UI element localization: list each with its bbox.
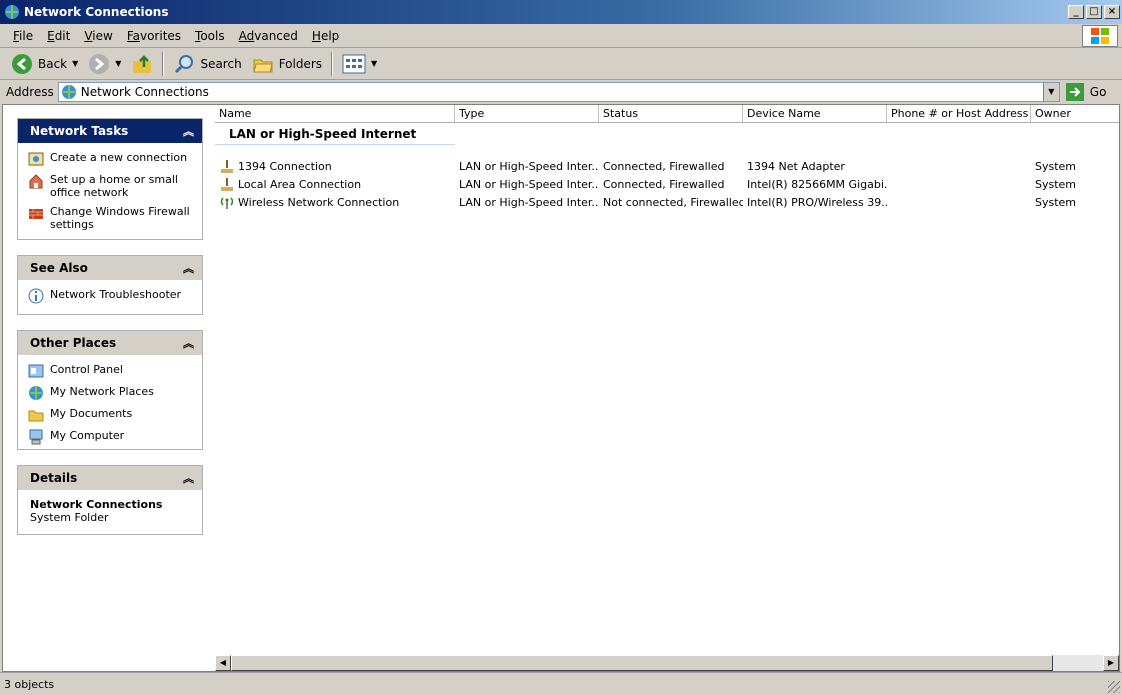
address-dropdown-icon[interactable]: ▼ xyxy=(1042,83,1059,101)
table-row[interactable]: Local Area Connection LAN or High-Speed … xyxy=(215,175,1119,193)
scrollbar-thumb[interactable] xyxy=(231,655,1053,671)
details-name: Network Connections xyxy=(30,498,163,511)
details-type: System Folder xyxy=(30,511,109,524)
control-panel-icon xyxy=(28,364,44,378)
forward-arrow-icon xyxy=(89,53,110,74)
network-connections-icon xyxy=(5,5,19,19)
go-arrow-icon xyxy=(1065,83,1084,101)
see-also-panel: See Also ︽ Network Troubleshooter xyxy=(17,255,203,315)
details-panel: Details ︽ Network Connections System Fol… xyxy=(17,465,203,535)
maximize-button[interactable]: □ xyxy=(1086,5,1102,19)
my-documents-link[interactable]: My Documents xyxy=(28,407,192,423)
home-network-icon xyxy=(29,174,43,189)
column-headers: Name Type Status Device Name Phone # or … xyxy=(215,105,1119,123)
wireless-connection-icon xyxy=(220,197,234,209)
column-header-name[interactable]: Name xyxy=(215,105,455,122)
details-header[interactable]: Details ︽ xyxy=(18,466,202,490)
network-places-icon xyxy=(29,386,43,400)
views-dropdown-icon[interactable]: ▼ xyxy=(371,59,377,68)
menu-help[interactable]: Help xyxy=(305,29,346,43)
menu-bar: File Edit View Favorites Tools Advanced … xyxy=(0,24,1122,48)
control-panel-link[interactable]: Control Panel xyxy=(28,363,192,379)
status-bar: 3 objects xyxy=(0,672,1122,695)
forward-dropdown-icon[interactable]: ▼ xyxy=(115,59,121,68)
task-pane: Network Tasks ︽ Create a new connection … xyxy=(3,105,215,671)
forward-button[interactable]: ▼ xyxy=(83,50,126,78)
back-arrow-icon xyxy=(12,53,32,74)
home-network-link[interactable]: Set up a home or small office network xyxy=(28,173,192,199)
folders-icon xyxy=(253,59,273,72)
firewall-settings-link[interactable]: Change Windows Firewall settings xyxy=(28,205,192,231)
back-dropdown-icon[interactable]: ▼ xyxy=(72,59,78,68)
minimize-button[interactable]: _ xyxy=(1068,5,1084,19)
toolbar-separator xyxy=(162,51,165,76)
window-title: Network Connections xyxy=(24,5,169,19)
collapse-icon[interactable]: ︽ xyxy=(183,123,194,139)
address-label: Address xyxy=(6,85,54,99)
lan-connection-icon xyxy=(221,178,233,191)
close-button[interactable]: × xyxy=(1104,5,1120,19)
resize-grip-icon[interactable] xyxy=(1108,681,1120,693)
address-value: Network Connections xyxy=(80,85,209,99)
menu-view[interactable]: View xyxy=(77,29,119,43)
menu-file[interactable]: File xyxy=(6,29,40,43)
menu-favorites[interactable]: Favorites xyxy=(120,29,188,43)
info-icon xyxy=(28,288,44,304)
my-computer-link[interactable]: My Computer xyxy=(28,429,192,445)
menu-tools[interactable]: Tools xyxy=(188,29,232,43)
see-also-header[interactable]: See Also ︽ xyxy=(18,256,202,280)
network-connections-icon xyxy=(61,85,76,99)
other-places-panel: Other Places ︽ Control Panel My Network … xyxy=(17,330,203,450)
lan-connection-icon xyxy=(221,160,233,173)
create-connection-link[interactable]: Create a new connection xyxy=(28,151,192,167)
network-tasks-panel: Network Tasks ︽ Create a new connection … xyxy=(17,118,203,240)
column-header-type[interactable]: Type xyxy=(455,105,599,122)
up-folder-icon xyxy=(133,54,152,73)
content-area: Network Tasks ︽ Create a new connection … xyxy=(2,104,1120,672)
back-button[interactable]: Back ▼ xyxy=(6,50,83,78)
windows-logo-icon xyxy=(1082,25,1118,47)
views-icon xyxy=(342,54,366,73)
table-row[interactable]: Wireless Network Connection LAN or High-… xyxy=(215,193,1119,211)
toolbar-separator xyxy=(331,51,334,76)
scroll-right-icon[interactable]: ▶ xyxy=(1103,655,1119,671)
column-header-phone[interactable]: Phone # or Host Address xyxy=(887,105,1031,122)
connections-list: Name Type Status Device Name Phone # or … xyxy=(215,105,1119,671)
up-folder-button[interactable] xyxy=(126,50,158,78)
collapse-icon[interactable]: ︽ xyxy=(183,470,194,486)
firewall-icon xyxy=(29,209,43,219)
other-places-header[interactable]: Other Places ︽ xyxy=(18,331,202,355)
address-input[interactable]: Network Connections ▼ xyxy=(57,82,1060,102)
scroll-left-icon[interactable]: ◀ xyxy=(215,655,231,671)
address-bar: Address Network Connections ▼ Go xyxy=(0,80,1122,104)
new-connection-icon xyxy=(28,152,44,166)
network-tasks-header[interactable]: Network Tasks ︽ xyxy=(18,119,202,143)
network-troubleshooter-link[interactable]: Network Troubleshooter xyxy=(28,288,192,304)
collapse-icon[interactable]: ︽ xyxy=(183,260,194,276)
go-button[interactable]: Go xyxy=(1065,83,1106,101)
toolbar: Back ▼ ▼ Search Folders ▼ xyxy=(0,48,1122,80)
folders-button[interactable]: Folders xyxy=(247,50,327,78)
collapse-icon[interactable]: ︽ xyxy=(183,335,194,351)
documents-folder-icon xyxy=(28,410,44,422)
horizontal-scrollbar[interactable]: ◀ ▶ xyxy=(215,655,1119,671)
column-header-owner[interactable]: Owner xyxy=(1031,105,1119,122)
menu-edit[interactable]: Edit xyxy=(40,29,77,43)
search-button[interactable]: Search xyxy=(168,50,246,78)
views-button[interactable]: ▼ xyxy=(337,50,382,78)
search-icon xyxy=(175,54,194,73)
group-header: LAN or High-Speed Internet xyxy=(215,123,455,145)
my-network-places-link[interactable]: My Network Places xyxy=(28,385,192,401)
column-header-status[interactable]: Status xyxy=(599,105,743,122)
menu-advanced[interactable]: Advanced xyxy=(232,29,305,43)
table-row[interactable]: 1394 Connection LAN or High-Speed Inter.… xyxy=(215,157,1119,175)
computer-icon xyxy=(29,429,43,445)
status-text: 3 objects xyxy=(4,677,55,691)
title-bar[interactable]: Network Connections _ □ × xyxy=(0,0,1122,24)
column-header-device[interactable]: Device Name xyxy=(743,105,887,122)
